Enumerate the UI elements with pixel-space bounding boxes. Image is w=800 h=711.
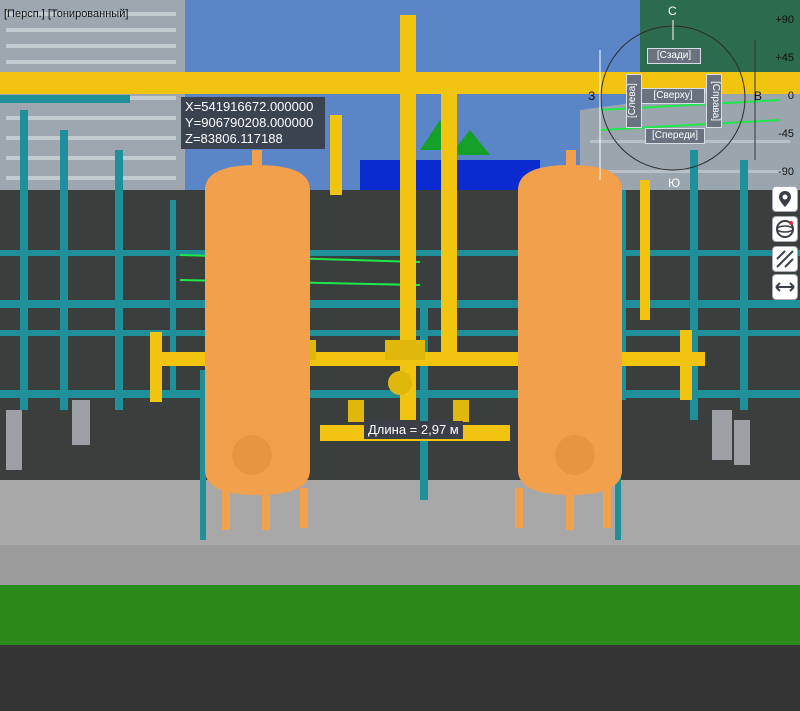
coordinate-readout: X=541916672.000000 Y=906790208.000000 Z=…: [181, 97, 325, 149]
angle-tick: +90: [775, 14, 794, 26]
measurement-label: Длина = 2,97 м: [364, 421, 463, 439]
view-left-button[interactable]: [Слева]: [626, 74, 642, 128]
angle-tick: +45: [775, 52, 794, 64]
3d-viewport[interactable]: [Персп.] [Тонированный] X=541916672.0000…: [0, 0, 800, 711]
viewport-label[interactable]: [Персп.] [Тонированный]: [4, 8, 128, 20]
pan-icon[interactable]: [772, 274, 798, 300]
angle-tick: -90: [778, 166, 794, 178]
scene-render: [0, 0, 800, 711]
compass-east[interactable]: В: [754, 89, 762, 103]
view-back-button[interactable]: [Сзади]: [647, 48, 701, 64]
angle-tick: 0: [787, 90, 794, 102]
section-icon[interactable]: [772, 246, 798, 272]
view-front-button[interactable]: [Спереди]: [645, 128, 705, 144]
compass-north[interactable]: С: [668, 4, 677, 18]
pin-icon[interactable]: [772, 186, 798, 212]
compass-south[interactable]: Ю: [668, 176, 680, 190]
orbit-icon[interactable]: [772, 216, 798, 242]
compass-west[interactable]: З: [588, 89, 595, 103]
coord-z: Z=83806.117188: [185, 131, 283, 146]
vessel-right: [515, 150, 622, 530]
view-right-button[interactable]: [Справа]: [706, 74, 722, 128]
view-top-button[interactable]: [Сверху]: [641, 88, 705, 104]
coord-y: Y=906790208.000000: [185, 115, 314, 130]
vessel-left: [205, 150, 310, 530]
angle-tick: -45: [778, 128, 794, 140]
coord-x: X=541916672.000000: [185, 99, 314, 114]
